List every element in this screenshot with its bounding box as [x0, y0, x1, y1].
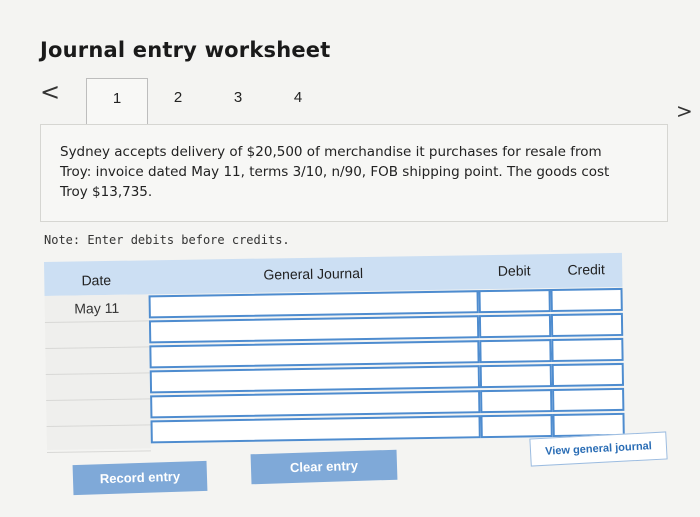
debit-input[interactable] [480, 389, 553, 414]
credit-input[interactable] [552, 387, 625, 413]
credit-input[interactable] [551, 362, 625, 388]
general-journal-header: General Journal [263, 264, 364, 283]
tab-3[interactable]: 3 [208, 78, 268, 122]
chevron-right-icon[interactable]: > [676, 101, 693, 121]
account-input[interactable] [150, 390, 481, 419]
tab-1[interactable]: 1 [86, 78, 148, 126]
date-cell [46, 398, 151, 427]
account-input[interactable] [150, 415, 481, 444]
tab-4[interactable]: 4 [268, 78, 328, 122]
date-cell: May 11 [44, 294, 149, 323]
problem-text: Sydney accepts delivery of $20,500 of me… [60, 144, 610, 200]
credit-input[interactable] [550, 312, 624, 338]
page-title: Journal entry worksheet [40, 38, 331, 62]
problem-panel: Sydney accepts delivery of $20,500 of me… [40, 124, 668, 222]
date-cell [45, 372, 151, 401]
clear-entry-button[interactable]: Clear entry [250, 449, 398, 485]
chevron-left-icon[interactable]: < [40, 80, 60, 104]
debit-input[interactable] [479, 364, 553, 389]
debit-input[interactable] [478, 314, 552, 339]
view-general-journal-button[interactable]: View general journal [529, 431, 668, 467]
tab-2[interactable]: 2 [148, 78, 208, 122]
account-input[interactable] [148, 315, 480, 344]
debit-input[interactable] [479, 339, 552, 364]
debit-header: Debit [497, 262, 531, 279]
date-cell [45, 346, 150, 375]
credit-input[interactable] [551, 337, 624, 363]
account-input[interactable] [149, 365, 481, 394]
note-text: Note: Enter debits before credits. [44, 233, 290, 247]
journal-table: Date General Journal Debit Credit May 11 [44, 252, 625, 453]
account-input[interactable] [149, 340, 480, 369]
date-header: Date [81, 271, 112, 289]
date-cell [44, 320, 150, 349]
credit-input[interactable] [550, 287, 623, 313]
account-input[interactable] [148, 290, 479, 319]
date-cell [46, 424, 151, 453]
debit-input[interactable] [480, 414, 553, 439]
credit-header: Credit [567, 261, 605, 278]
record-entry-button[interactable]: Record entry [72, 460, 208, 496]
debit-input[interactable] [478, 289, 551, 314]
